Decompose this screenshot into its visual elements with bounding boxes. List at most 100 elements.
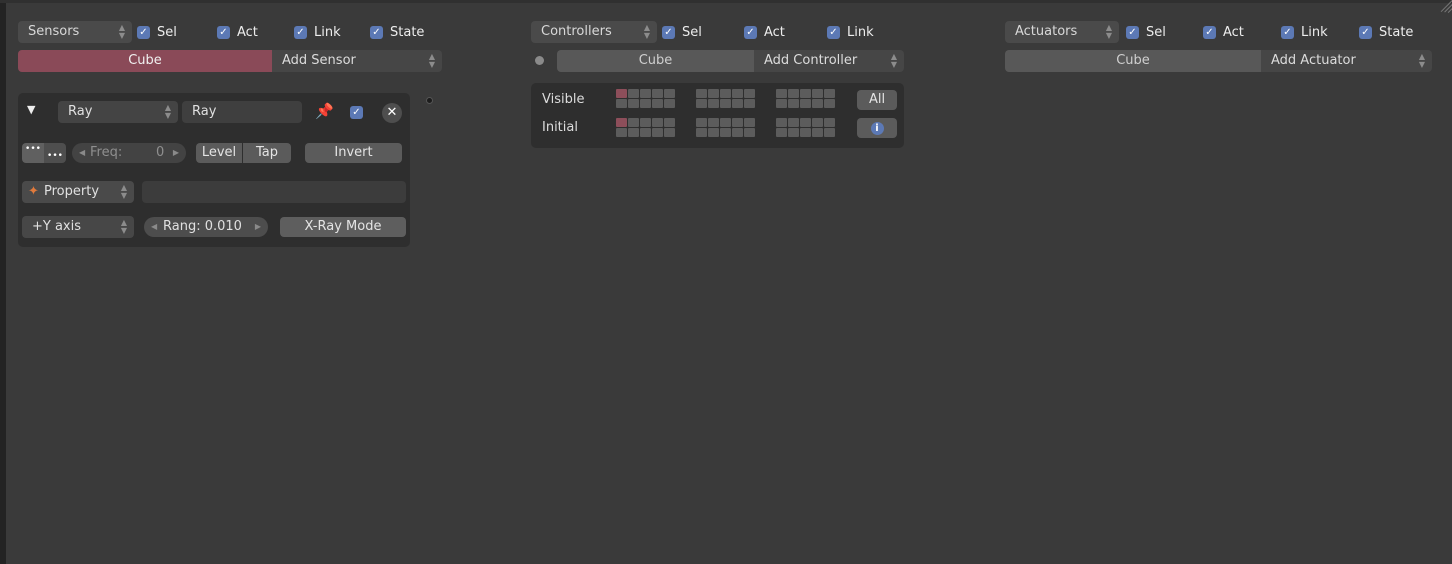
updown-arrows-icon: ▲ ▼ xyxy=(1418,52,1425,69)
actuators-sel-label: Sel xyxy=(1146,24,1166,40)
state-info-button[interactable]: i xyxy=(857,118,897,138)
controllers-link-label: Link xyxy=(847,24,874,40)
controllers-act-label: Act xyxy=(764,24,785,40)
initial-state-group-1[interactable] xyxy=(616,118,675,137)
sensor-active-checkbox[interactable]: ✓ xyxy=(350,106,363,119)
range-label: Rang: 0.010 xyxy=(163,219,242,234)
checkmark-icon: ✓ xyxy=(662,25,675,39)
sensor-link-socket[interactable] xyxy=(426,97,433,104)
area-corner-handle[interactable] xyxy=(1436,0,1452,16)
controllers-dropdown-label: Controllers xyxy=(541,24,612,39)
property-type-dropdown[interactable]: ✦ Property ▲ ▼ xyxy=(22,181,134,203)
updown-arrows-icon: ▲ ▼ xyxy=(1105,23,1112,40)
actuators-sel-checkbox[interactable]: ✓ Sel xyxy=(1126,21,1166,43)
left-arrow-icon[interactable]: ◀ xyxy=(151,217,157,237)
xray-mode-button[interactable]: X-Ray Mode xyxy=(280,217,406,237)
add-actuator-label: Add Actuator xyxy=(1271,53,1356,68)
close-icon[interactable]: ✕ xyxy=(382,103,402,123)
controller-input-socket[interactable] xyxy=(535,56,544,65)
sensor-name-field[interactable]: Ray xyxy=(182,101,302,123)
freq-value: 0 xyxy=(156,145,165,160)
pulse-false-level-toggle[interactable]: ••• xyxy=(44,143,66,163)
sensor-type-dropdown[interactable]: Ray ▲ ▼ xyxy=(58,101,178,123)
controllers-sel-label: Sel xyxy=(682,24,702,40)
checkmark-icon: ✓ xyxy=(1203,25,1216,39)
property-icon: ✦ xyxy=(28,184,39,199)
actuators-act-checkbox[interactable]: ✓ Act xyxy=(1203,21,1244,43)
sensors-state-checkbox[interactable]: ✓ State xyxy=(370,21,424,43)
visible-state-group-1[interactable] xyxy=(616,89,675,108)
initial-label: Initial xyxy=(542,120,578,135)
left-arrow-icon[interactable]: ◀ xyxy=(79,143,85,163)
actuators-state-checkbox[interactable]: ✓ State xyxy=(1359,21,1413,43)
checkmark-icon: ✓ xyxy=(370,25,383,39)
visible-state-group-3[interactable] xyxy=(776,89,835,108)
collapse-triangle-icon[interactable]: ▼ xyxy=(27,103,35,116)
visible-label: Visible xyxy=(542,92,585,107)
updown-arrows-icon: ▲ ▼ xyxy=(164,103,171,120)
initial-state-group-3[interactable] xyxy=(776,118,835,137)
controllers-link-checkbox[interactable]: ✓ Link xyxy=(827,21,874,43)
updown-arrows-icon: ▲ ▼ xyxy=(118,23,125,40)
sensors-link-label: Link xyxy=(314,24,341,40)
invert-button[interactable]: Invert xyxy=(305,143,402,163)
property-name-field[interactable] xyxy=(142,181,406,203)
sensors-act-label: Act xyxy=(237,24,258,40)
actuators-act-label: Act xyxy=(1223,24,1244,40)
sensors-sel-label: Sel xyxy=(157,24,177,40)
checkmark-icon: ✓ xyxy=(827,25,840,39)
actuators-link-label: Link xyxy=(1301,24,1328,40)
sensors-sel-checkbox[interactable]: ✓ Sel xyxy=(137,21,177,43)
axis-dropdown[interactable]: +Y axis ▲ ▼ xyxy=(22,216,134,238)
updown-arrows-icon: ▲ ▼ xyxy=(428,52,435,69)
top-window-edge xyxy=(0,0,1452,3)
right-arrow-icon[interactable]: ▶ xyxy=(255,217,261,237)
sensors-state-label: State xyxy=(390,24,425,40)
tap-button[interactable]: Tap xyxy=(243,143,291,163)
add-controller-dropdown[interactable]: Add Controller ▲ ▼ xyxy=(754,50,904,72)
checkmark-icon: ✓ xyxy=(294,25,307,39)
frequency-field[interactable]: ◀ Freq: 0 ▶ xyxy=(72,143,186,163)
checkmark-icon: ✓ xyxy=(1359,25,1372,39)
axis-label: +Y axis xyxy=(32,219,82,234)
level-button[interactable]: Level xyxy=(196,143,242,163)
pin-icon[interactable]: 📌 xyxy=(315,102,334,120)
sensors-link-checkbox[interactable]: ✓ Link xyxy=(294,21,341,43)
initial-state-group-2[interactable] xyxy=(696,118,755,137)
updown-arrows-icon: ▲ ▼ xyxy=(120,218,127,235)
all-states-button[interactable]: All xyxy=(857,90,897,110)
updown-arrows-icon: ▲ ▼ xyxy=(890,52,897,69)
controllers-sel-checkbox[interactable]: ✓ Sel xyxy=(662,21,702,43)
sensors-act-checkbox[interactable]: ✓ Act xyxy=(217,21,258,43)
actuators-dropdown[interactable]: Actuators ▲ ▼ xyxy=(1005,21,1119,43)
add-controller-label: Add Controller xyxy=(764,53,858,68)
controllers-dropdown[interactable]: Controllers ▲ ▼ xyxy=(531,21,657,43)
visible-state-group-2[interactable] xyxy=(696,89,755,108)
controllers-act-checkbox[interactable]: ✓ Act xyxy=(744,21,785,43)
sensors-dropdown[interactable]: Sensors ▲ ▼ xyxy=(18,21,132,43)
actuators-link-checkbox[interactable]: ✓ Link xyxy=(1281,21,1328,43)
sensors-dropdown-label: Sensors xyxy=(28,24,80,39)
dots-icon: ••• xyxy=(47,151,63,161)
add-sensor-dropdown[interactable]: Add Sensor ▲ ▼ xyxy=(272,50,442,72)
range-field[interactable]: ◀ Rang: 0.010 ▶ xyxy=(144,217,268,237)
checkmark-icon: ✓ xyxy=(1126,25,1139,39)
freq-label: Freq: xyxy=(90,145,123,160)
controllers-object-cube[interactable]: Cube xyxy=(557,50,754,72)
property-label: Property xyxy=(44,184,100,199)
checkmark-icon: ✓ xyxy=(217,25,230,39)
actuators-object-cube[interactable]: Cube xyxy=(1005,50,1261,72)
dots-icon: ••• xyxy=(25,144,41,154)
right-arrow-icon[interactable]: ▶ xyxy=(173,143,179,163)
add-actuator-dropdown[interactable]: Add Actuator ▲ ▼ xyxy=(1261,50,1432,72)
sensors-object-cube[interactable]: Cube xyxy=(18,50,272,72)
state-panel: Visible Initial All i xyxy=(531,83,904,148)
updown-arrows-icon: ▲ ▼ xyxy=(643,23,650,40)
checkmark-icon: ✓ xyxy=(1281,25,1294,39)
actuators-state-label: State xyxy=(1379,24,1414,40)
left-window-edge xyxy=(0,0,6,564)
pulse-true-level-toggle[interactable]: ••• xyxy=(22,143,44,163)
ray-sensor-card: ▼ Ray ▲ ▼ Ray 📌 ✓ ✕ ••• ••• ◀ Freq: 0 ▶ L… xyxy=(18,93,410,247)
checkmark-icon: ✓ xyxy=(744,25,757,39)
info-icon: i xyxy=(870,122,884,135)
